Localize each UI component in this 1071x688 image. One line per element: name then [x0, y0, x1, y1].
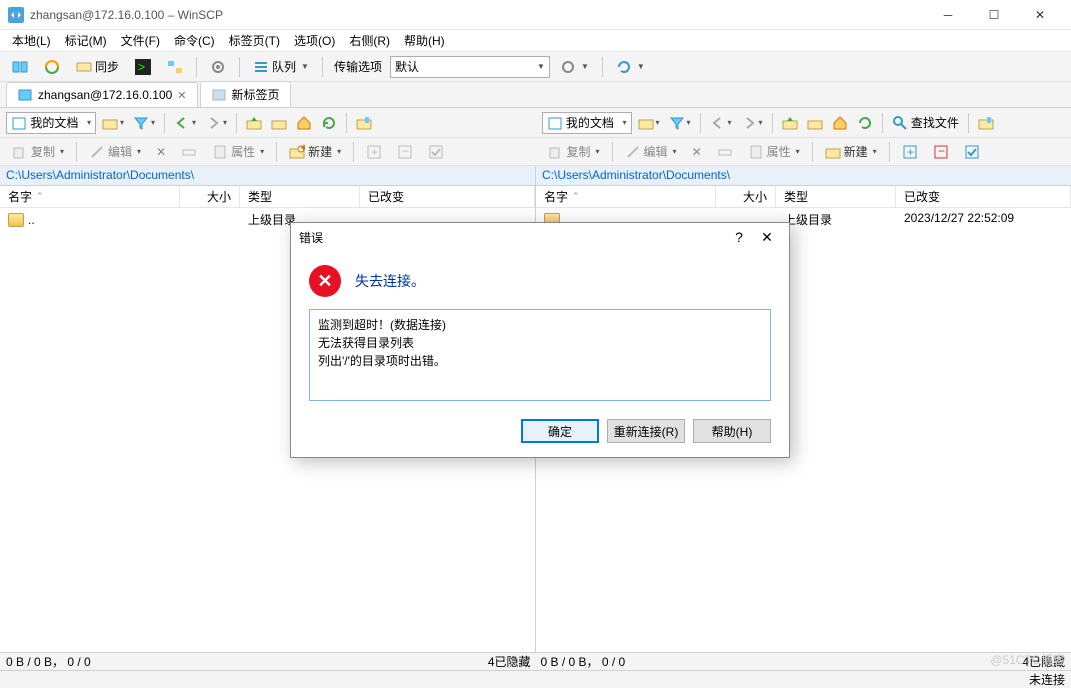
dialog-message[interactable]: 监测到超时！(数据连接) 无法获得目录列表 列出'/'的目录项时出错。: [309, 309, 771, 401]
dialog-close-icon[interactable]: ✕: [753, 229, 781, 246]
ok-button[interactable]: 确定: [521, 419, 599, 443]
error-icon: ✕: [309, 265, 341, 297]
error-dialog: 错误 ? ✕ ✕ 失去连接。 监测到超时！(数据连接) 无法获得目录列表 列出'…: [290, 222, 790, 458]
help-button[interactable]: 帮助(H): [693, 419, 771, 443]
modal-overlay: 错误 ? ✕ ✕ 失去连接。 监测到超时！(数据连接) 无法获得目录列表 列出'…: [0, 0, 1071, 688]
dialog-title: 错误: [299, 229, 725, 246]
dialog-heading: 失去连接。: [355, 271, 425, 291]
dialog-help-icon[interactable]: ?: [725, 229, 753, 245]
reconnect-button[interactable]: 重新连接(R): [607, 419, 685, 443]
